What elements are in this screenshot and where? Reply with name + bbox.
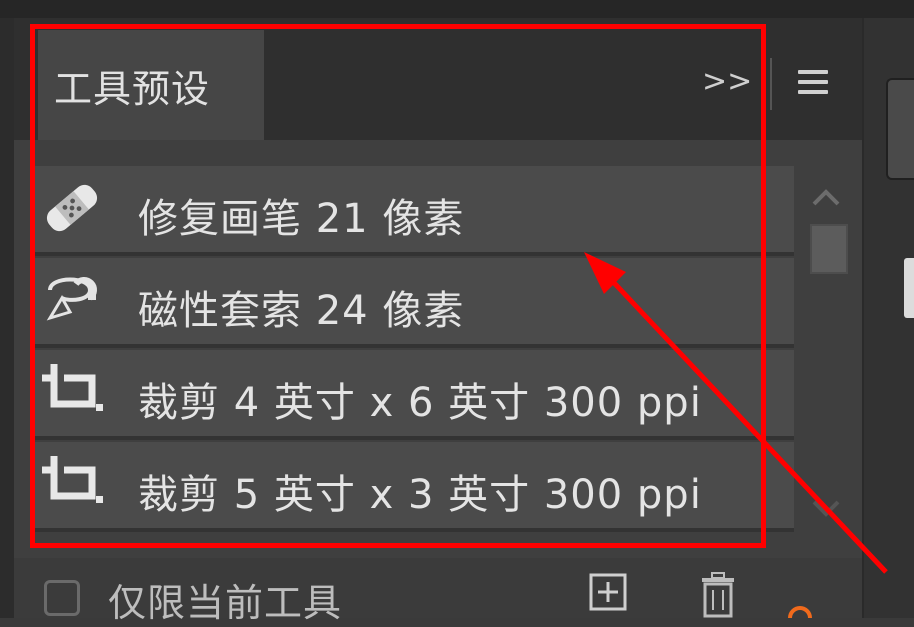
list-item[interactable]: 裁剪 4 英寸 x 6 英寸 300 ppi [34,350,794,440]
magnetic-lasso-icon [46,277,97,321]
list-item[interactable]: 修复画笔 21 像素 [34,166,794,256]
preset-list-scrollbar[interactable] [804,178,850,538]
crop-icon [42,364,103,411]
adjacent-panel [862,18,914,618]
list-item[interactable]: 裁剪 5 英寸 x 3 英寸 300 ppi [34,442,794,532]
tool-presets-panel: 工具预设 >> 修复画笔 21 像素 磁性套索 24 像素 裁剪 4 英寸 x … [14,18,862,625]
panel-footer: 仅限当前工具 [14,558,862,625]
crop-icon [42,456,103,503]
tab-divider [770,58,772,110]
tab-label: 工具预设 [54,67,211,111]
preset-list: 修复画笔 21 像素 磁性套索 24 像素 裁剪 4 英寸 x 6 英寸 300… [34,166,794,558]
adjacent-panel-button[interactable] [886,78,914,180]
chevron-up-icon[interactable] [810,188,842,208]
new-preset-icon[interactable] [588,572,628,612]
panel-expand-button[interactable]: >> [702,64,752,99]
healing-brush-icon [46,184,98,232]
preset-label: 磁性套索 24 像素 [138,288,465,334]
panel-tab-bar: 工具预设 >> [14,18,862,140]
delete-preset-icon[interactable] [696,572,740,618]
preset-label: 修复画笔 21 像素 [138,196,465,242]
adjacent-panel-handle[interactable] [904,258,914,318]
panel-menu-icon[interactable] [798,70,828,96]
chevron-down-icon[interactable] [810,498,842,518]
left-edge [0,18,14,618]
current-tool-only-checkbox[interactable] [44,580,80,616]
preset-label: 裁剪 5 英寸 x 3 英寸 300 ppi [138,472,702,518]
watermark-logo-icon [788,606,812,618]
scrollbar-thumb[interactable] [810,224,848,274]
preset-label: 裁剪 4 英寸 x 6 英寸 300 ppi [138,380,702,426]
list-item[interactable]: 磁性套索 24 像素 [34,258,794,348]
current-tool-only-label: 仅限当前工具 [108,581,343,625]
top-strip [0,0,914,18]
tab-tool-presets[interactable]: 工具预设 [38,30,264,140]
